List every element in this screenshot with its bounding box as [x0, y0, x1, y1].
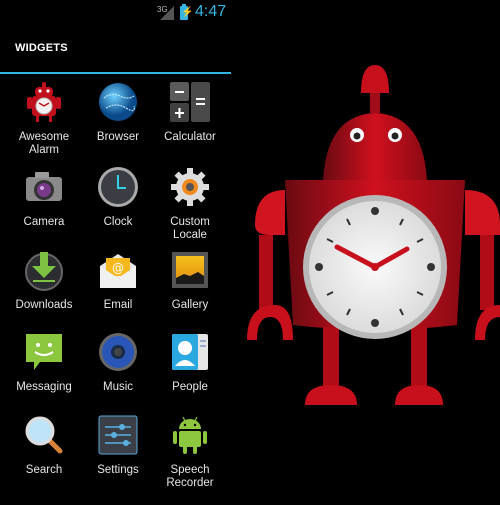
robot-right-foot	[395, 385, 443, 405]
contact-card-icon	[168, 330, 212, 374]
app-label: Camera	[23, 216, 65, 228]
clock-icon	[96, 165, 140, 209]
tab-underline	[0, 72, 231, 74]
app-downloads[interactable]: Downloads	[6, 248, 82, 312]
app-label: Browser	[96, 131, 140, 143]
app-label: People	[172, 381, 208, 393]
app-label: Settings	[97, 464, 139, 476]
app-label: Email	[103, 299, 133, 311]
download-icon	[22, 248, 66, 292]
sliders-icon	[96, 413, 140, 457]
app-label: Custom Locale	[170, 216, 210, 241]
app-browser[interactable]: Browser	[80, 80, 156, 144]
calculator-icon	[168, 80, 212, 124]
robot-left-foot	[305, 385, 357, 405]
gear-icon	[168, 165, 212, 209]
app-search[interactable]: Search	[6, 413, 82, 477]
app-messaging[interactable]: Messaging	[6, 330, 82, 394]
tab-widgets[interactable]: WIDGETS	[15, 42, 68, 54]
app-custom-locale[interactable]: Custom Locale	[152, 165, 228, 242]
app-label: Clock	[103, 216, 133, 228]
magnifier-icon	[22, 413, 66, 457]
app-awesome-alarm[interactable]: Awesome Alarm	[6, 80, 82, 157]
app-label: Downloads	[15, 299, 73, 311]
app-label: Search	[25, 464, 63, 476]
robot-alarm-icon	[22, 80, 66, 124]
app-label: Awesome Alarm	[18, 131, 70, 156]
app-music[interactable]: Music	[80, 330, 156, 394]
robot-wallpaper	[235, 55, 500, 500]
status-bar: 3G ⚡ 4:47	[0, 0, 500, 25]
app-speech-recorder[interactable]: Speech Recorder	[152, 413, 228, 490]
android-icon	[168, 413, 212, 457]
app-label: Calculator	[164, 131, 216, 143]
app-settings[interactable]: Settings	[80, 413, 156, 477]
signal-icon	[160, 6, 174, 20]
app-clock[interactable]: Clock	[80, 165, 156, 229]
status-time: 4:47	[195, 3, 227, 20]
gallery-icon	[168, 248, 212, 292]
camera-icon	[22, 165, 66, 209]
app-email[interactable]: @ Email	[80, 248, 156, 312]
message-icon	[22, 330, 66, 374]
app-gallery[interactable]: Gallery	[152, 248, 228, 312]
app-label: Messaging	[16, 381, 72, 393]
wallpaper-clock-face	[303, 195, 447, 339]
app-calculator[interactable]: Calculator	[152, 80, 228, 144]
globe-icon	[96, 80, 140, 124]
battery-charging-icon: ⚡	[180, 4, 194, 20]
app-label: Speech Recorder	[166, 464, 214, 489]
svg-text:@: @	[112, 261, 124, 275]
app-label: Gallery	[171, 299, 209, 311]
app-people[interactable]: People	[152, 330, 228, 394]
envelope-icon: @	[96, 248, 140, 292]
robot-antenna	[361, 65, 389, 113]
speaker-icon	[96, 330, 140, 374]
robot-head	[323, 113, 427, 180]
app-label: Music	[102, 381, 134, 393]
app-camera[interactable]: Camera	[6, 165, 82, 229]
